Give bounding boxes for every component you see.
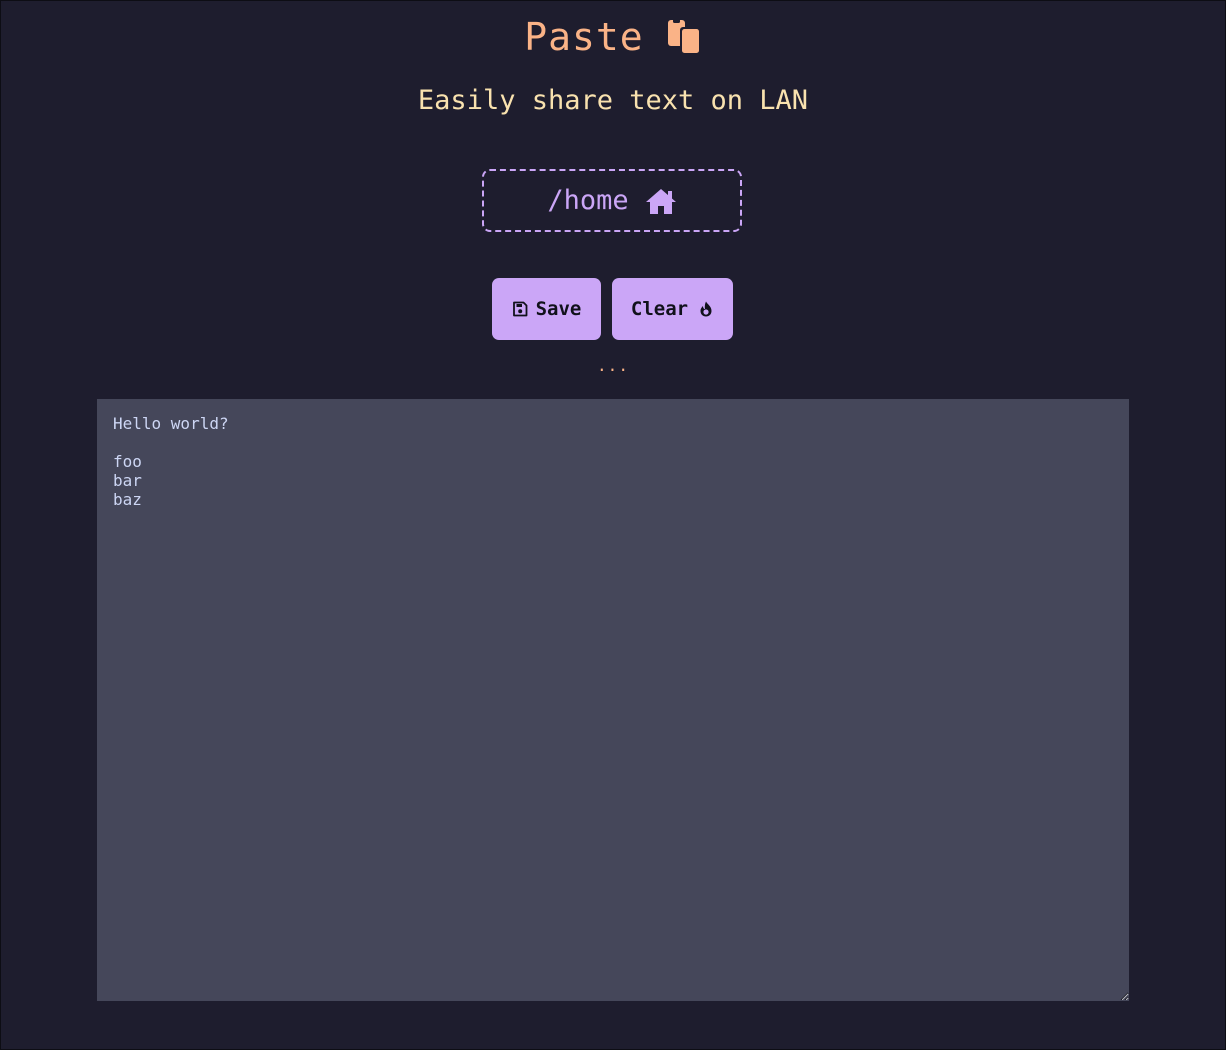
save-button[interactable]: Save <box>492 278 601 340</box>
path-link-home[interactable]: /home <box>482 169 742 232</box>
app-title-text: Paste <box>524 15 644 59</box>
clear-button[interactable]: Clear <box>612 278 733 340</box>
save-button-label: Save <box>535 298 582 320</box>
path-label: /home <box>547 185 629 216</box>
clear-button-label: Clear <box>630 298 689 320</box>
app-title: Paste <box>1 15 1225 59</box>
clipboard-icon <box>666 19 702 55</box>
floppy-disk-icon <box>512 301 528 317</box>
paste-textarea[interactable]: Hello world? foo bar baz <box>97 399 1129 1001</box>
status-text: ... <box>597 356 629 375</box>
fire-icon <box>698 301 714 317</box>
app-subtitle: Easily share text on LAN <box>417 85 809 116</box>
home-icon <box>645 187 677 215</box>
